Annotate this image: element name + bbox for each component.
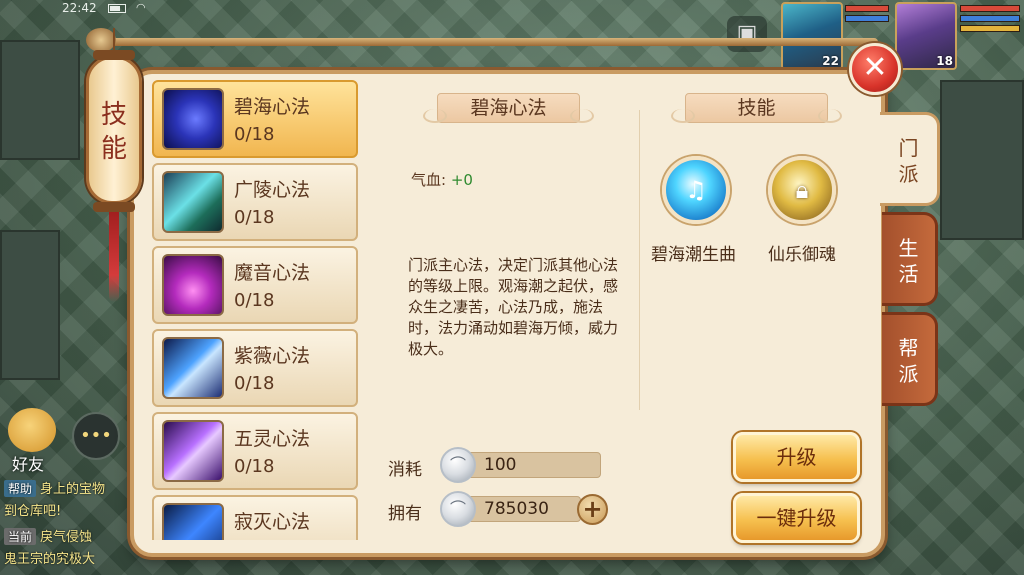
hp-bar xyxy=(960,5,1020,12)
chat-bubble-icon[interactable]: ••• xyxy=(72,412,120,460)
stat-label: 气血: xyxy=(411,171,447,189)
chat-text: 戾气侵蚀 xyxy=(40,530,93,545)
chat-line[interactable]: 帮助 身上的宝物 xyxy=(4,478,105,497)
tab-guild[interactable]: 帮派 xyxy=(882,312,938,406)
chat-channel-tag: 帮助 xyxy=(4,480,37,497)
one-click-upgrade-button[interactable]: 一键升级 xyxy=(733,493,860,543)
skill-name: 寂灭心法 xyxy=(234,511,311,533)
ribbon-ornament xyxy=(671,109,695,123)
party-member-portrait[interactable]: 22 xyxy=(781,2,843,70)
rail-ornament xyxy=(86,28,116,52)
ribbon-ornament xyxy=(423,109,447,123)
lantern-cap xyxy=(93,50,135,60)
panel-title: 技能 xyxy=(100,100,127,164)
portrait-level: 18 xyxy=(936,54,953,68)
chat-channel-tag: 当前 xyxy=(4,528,37,545)
skill-name: 广陵心法 xyxy=(234,179,311,201)
sub-skill-xianle-yuhun[interactable]: 🔒︎ xyxy=(768,156,836,224)
lantern-cap xyxy=(93,202,135,212)
skill-level: 0/18 xyxy=(234,373,275,394)
blue-strike-icon xyxy=(162,503,224,540)
building-roof xyxy=(0,40,80,160)
skill-name: 五灵心法 xyxy=(234,428,311,450)
plus-icon: + xyxy=(582,495,603,523)
skill-description: 门派主心法，决定门派其他心法的等级上限。观海潮之起伏，感众生之凄苦，心法乃成，施… xyxy=(408,256,619,358)
silver-coin-icon: ⌒ xyxy=(440,447,476,483)
skill-row-moyin[interactable]: 魔音心法 0/18 xyxy=(152,246,358,324)
skill-name: 紫薇心法 xyxy=(234,345,311,367)
lantern-tassel xyxy=(109,212,119,302)
mp-bar xyxy=(845,15,889,22)
detail-title: 碧海心法 xyxy=(437,93,580,123)
skill-row-ziwei[interactable]: 紫薇心法 0/18 xyxy=(152,329,358,407)
skill-row-guangling[interactable]: 广陵心法 0/18 xyxy=(152,163,358,241)
ribbon-ornament xyxy=(818,109,842,123)
player-portrait[interactable]: 18 xyxy=(895,2,957,70)
close-button[interactable]: ✕ xyxy=(849,43,901,95)
stat-value: +0 xyxy=(450,171,473,189)
stat-row: 气血: +0 xyxy=(411,169,473,190)
skill-level: 0/18 xyxy=(234,456,275,477)
close-icon: ✕ xyxy=(862,50,888,85)
blue-swirl-icon xyxy=(162,88,224,150)
own-label: 拥有 xyxy=(388,504,422,524)
crystal-shard-icon xyxy=(162,171,224,233)
mp-bar xyxy=(960,15,1020,22)
tab-label: 生活 xyxy=(898,236,919,286)
battery-icon xyxy=(108,4,126,13)
wifi-icon: ◠ xyxy=(136,1,146,14)
skill-row-bihai[interactable]: 碧海心法 0/18 xyxy=(152,80,358,158)
tab-label: 门派 xyxy=(898,136,919,186)
violet-blades-icon xyxy=(162,420,224,482)
panel-top-rail xyxy=(108,38,878,46)
tab-label: 帮派 xyxy=(898,336,919,386)
tab-life[interactable]: 生活 xyxy=(882,212,938,306)
ribbon-ornament xyxy=(570,109,594,123)
portrait-level: 22 xyxy=(822,54,839,68)
skill-level: 0/18 xyxy=(234,207,275,228)
sub-skill-name: 仙乐御魂 xyxy=(768,245,836,265)
chat-line[interactable]: 鬼王宗的究极大 xyxy=(4,548,95,567)
add-currency-button[interactable]: + xyxy=(577,494,608,525)
lock-icon: 🔒︎ xyxy=(795,176,809,204)
camera-icon[interactable]: ▣ xyxy=(727,16,767,52)
xp-bar xyxy=(960,25,1020,32)
column-divider xyxy=(639,110,640,410)
upgrade-button[interactable]: 升级 xyxy=(733,432,860,482)
skill-name: 魔音心法 xyxy=(234,262,311,284)
skill-row-wuling[interactable]: 五灵心法 0/18 xyxy=(152,412,358,490)
building-roof xyxy=(940,80,1024,240)
chat-text: 鬼王宗的究极大 xyxy=(4,552,96,567)
chat-line[interactable]: 到仓库吧! xyxy=(4,500,61,519)
friends-icon[interactable] xyxy=(8,408,56,452)
tab-sect[interactable]: 门派 xyxy=(880,112,940,206)
building-roof xyxy=(0,230,60,380)
purple-lightning-icon xyxy=(162,254,224,316)
skill-level: 0/18 xyxy=(234,124,275,145)
friends-label[interactable]: 好友 xyxy=(12,451,44,475)
consume-label: 消耗 xyxy=(388,460,422,480)
skill-name: 碧海心法 xyxy=(234,96,311,118)
status-time: 22:42 xyxy=(62,1,97,15)
chat-text: 身上的宝物 xyxy=(40,482,106,497)
skill-row-jimie[interactable]: 寂灭心法 xyxy=(152,495,358,540)
chat-line[interactable]: 当前 戾气侵蚀 xyxy=(4,526,92,545)
hp-bar xyxy=(845,5,889,12)
skill-level: 0/18 xyxy=(234,290,275,311)
chat-text: 到仓库吧! xyxy=(4,504,62,519)
sub-skills-title: 技能 xyxy=(685,93,828,123)
sub-skill-name: 碧海潮生曲 xyxy=(651,245,736,265)
blue-blades-icon xyxy=(162,337,224,399)
sub-skill-bihai-chaosheng[interactable]: ♫ xyxy=(662,156,730,224)
silver-coin-icon: ⌒ xyxy=(440,491,476,527)
skill-list[interactable]: 碧海心法 0/18 广陵心法 0/18 魔音心法 0/18 紫薇心法 0/18 … xyxy=(152,78,358,540)
music-note-icon: ♫ xyxy=(685,176,707,204)
